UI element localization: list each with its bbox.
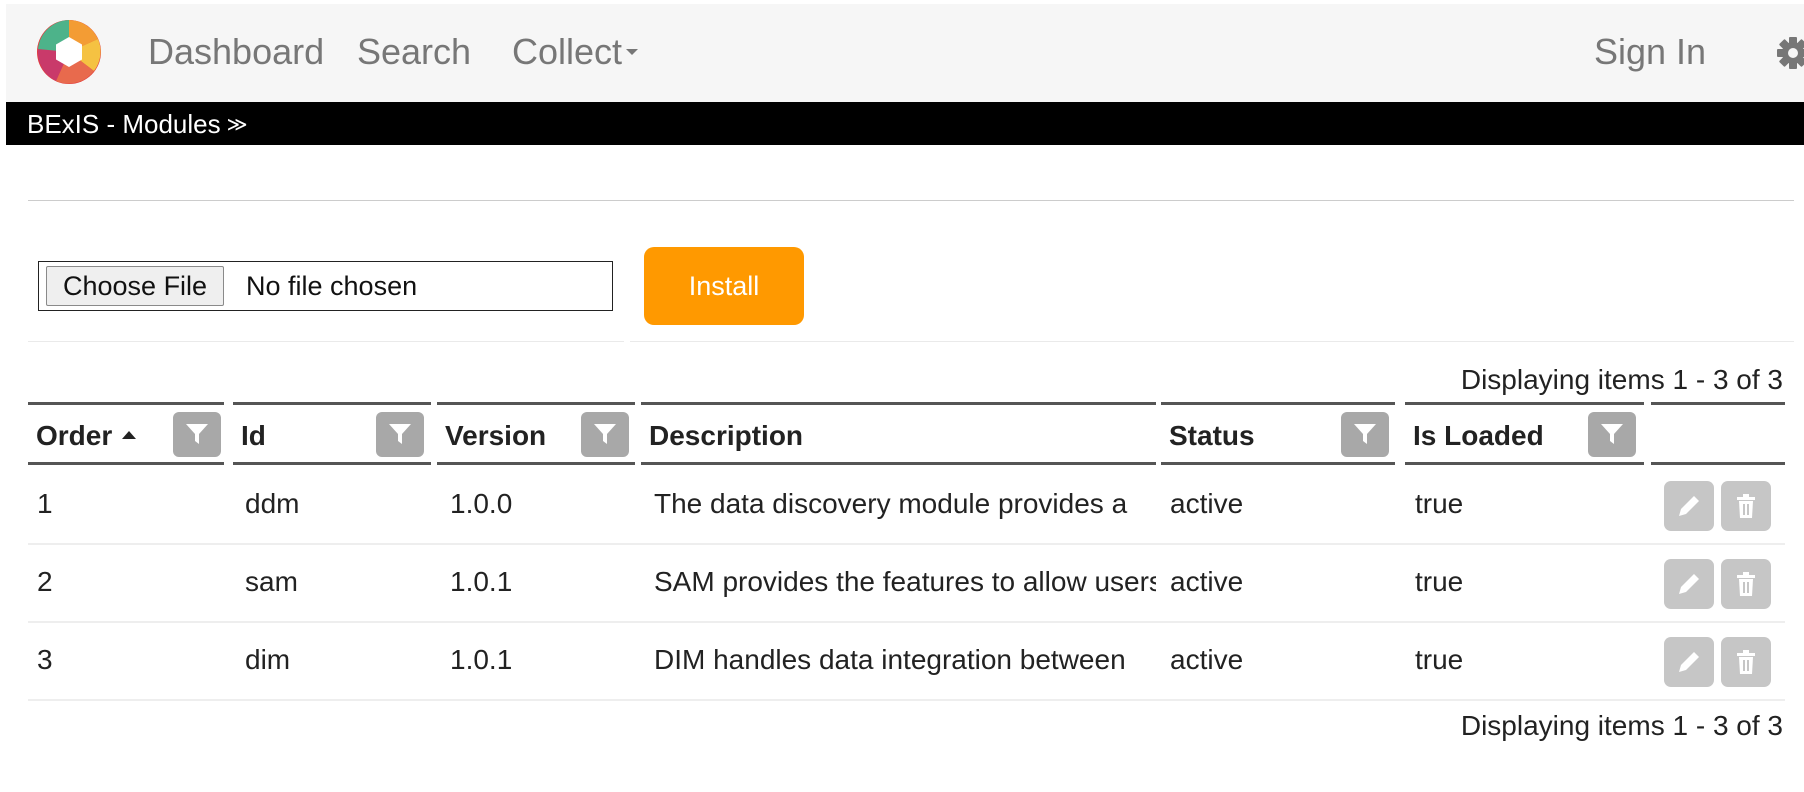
cell-status: active: [1170, 644, 1244, 675]
cell-id: dim: [245, 644, 291, 675]
modules-menu-toggle[interactable]: BExIS - Modules ≫: [27, 109, 248, 142]
cell-is-loaded: true: [1415, 644, 1464, 675]
nav-collect-label: Collect: [512, 31, 623, 72]
pager-info-bottom: Displaying items 1 - 3 of 3: [1460, 710, 1783, 741]
module-bar: BExIS - Modules ≫: [6, 102, 1804, 145]
cell-status: active: [1170, 566, 1244, 597]
filter-icon: [186, 424, 208, 444]
filter-icon: [1354, 424, 1376, 444]
filter-icon: [594, 424, 616, 444]
row-divider: [28, 699, 1785, 701]
pager-info-top: Displaying items 1 - 3 of 3: [1460, 364, 1783, 395]
cell-order: 2: [37, 566, 53, 597]
filter-icon: [389, 424, 411, 444]
choose-file-button[interactable]: Choose File: [46, 266, 225, 306]
cell-id: sam: [245, 566, 298, 597]
column-label-version: Version: [445, 420, 547, 451]
nav-search[interactable]: Search: [357, 32, 471, 72]
nav-dashboard[interactable]: Dashboard: [148, 32, 324, 72]
column-label-status: Status: [1169, 420, 1255, 451]
delete-button[interactable]: [1721, 637, 1771, 687]
delete-button[interactable]: [1721, 559, 1771, 609]
filter-button-status[interactable]: [1341, 412, 1389, 457]
trash-icon: [1737, 572, 1755, 596]
pencil-icon: [1679, 574, 1699, 594]
file-input[interactable]: Choose File No file chosen: [38, 261, 613, 311]
column-header-description[interactable]: Description: [641, 402, 1156, 465]
sort-ascending-icon: [122, 430, 137, 439]
double-chevron-down-icon: ≫: [226, 114, 248, 136]
gear-icon[interactable]: [1776, 34, 1804, 72]
file-status-text: No file chosen: [246, 271, 418, 301]
pencil-icon: [1679, 496, 1699, 516]
caret-down-icon: [626, 49, 639, 56]
cell-version: 1.0.1: [450, 644, 513, 675]
column-label-is-loaded: Is Loaded: [1413, 420, 1544, 451]
trash-icon: [1737, 494, 1755, 518]
edit-button[interactable]: [1664, 637, 1714, 687]
divider: [28, 341, 624, 342]
cell-id: ddm: [245, 488, 300, 519]
install-button[interactable]: Install: [644, 247, 804, 325]
cell-is-loaded: true: [1415, 488, 1464, 519]
cell-description: SAM provides the features to allow users: [654, 566, 1156, 597]
edit-button[interactable]: [1664, 481, 1714, 531]
column-label-description: Description: [649, 420, 804, 451]
filter-button-is-loaded[interactable]: [1588, 412, 1636, 457]
cell-description: The data discovery module provides a: [654, 488, 1128, 519]
cell-order: 1: [37, 488, 53, 519]
top-navbar: Dashboard Search Collect Sign In: [6, 4, 1804, 102]
divider: [28, 200, 1794, 201]
column-header-version[interactable]: Version: [437, 402, 635, 465]
cell-order: 3: [37, 644, 53, 675]
pencil-icon: [1679, 652, 1699, 672]
filter-button-version[interactable]: [581, 412, 629, 457]
app-logo[interactable]: [36, 19, 102, 85]
cell-version: 1.0.1: [450, 566, 513, 597]
column-label-id: Id: [241, 420, 266, 451]
delete-button[interactable]: [1721, 481, 1771, 531]
trash-icon: [1737, 650, 1755, 674]
cell-version: 1.0.0: [450, 488, 513, 519]
column-header-id[interactable]: Id: [233, 402, 431, 465]
row-divider: [28, 621, 1785, 623]
column-header-status[interactable]: Status: [1161, 402, 1395, 465]
sign-in-link[interactable]: Sign In: [1594, 32, 1706, 72]
modules-title: BExIS - Modules: [27, 109, 221, 139]
filter-icon: [1601, 424, 1623, 444]
row-divider: [28, 543, 1785, 545]
column-header-is-loaded[interactable]: Is Loaded: [1405, 402, 1644, 465]
filter-button-id[interactable]: [376, 412, 424, 457]
column-header-actions: [1651, 402, 1785, 465]
filter-button-order[interactable]: [173, 412, 221, 457]
column-header-order[interactable]: Order: [28, 402, 224, 465]
divider: [630, 341, 1794, 342]
cell-status: active: [1170, 488, 1244, 519]
column-label-order: Order: [36, 420, 137, 452]
edit-button[interactable]: [1664, 559, 1714, 609]
cell-description: DIM handles data integration between: [654, 644, 1126, 675]
nav-collect[interactable]: Collect: [512, 31, 639, 72]
cell-is-loaded: true: [1415, 566, 1464, 597]
